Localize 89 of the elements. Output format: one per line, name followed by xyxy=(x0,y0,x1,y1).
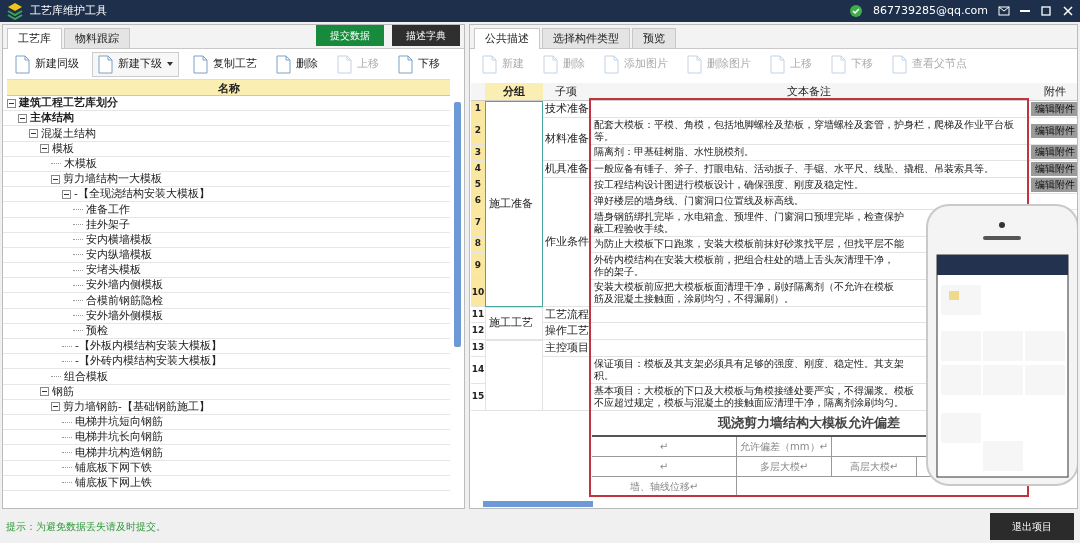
tree-item[interactable]: 合模前钢筋隐检 xyxy=(86,292,163,309)
tree-item[interactable]: 组合模板 xyxy=(64,368,108,385)
edit-attachment-button[interactable]: 编辑附件 xyxy=(1031,123,1077,138)
row-number[interactable]: 12 xyxy=(471,323,485,340)
tree-item[interactable]: 电梯井坑短向钢筋 xyxy=(75,414,163,430)
edit-attachment-button[interactable]: 编辑附件 xyxy=(1031,145,1077,160)
exit-button[interactable]: 退出项目 xyxy=(990,512,1074,540)
table-cell-text: 一般应备有锤子、斧子、打眼电钻、活动扳子、手锯、水平尺、线坠、撬棍、吊装索具等。 xyxy=(594,162,995,175)
tree-item[interactable]: -【外板内模结构安装大模板】 xyxy=(75,338,222,354)
tree-item[interactable]: 剪力墙结构一大模板 xyxy=(63,171,162,187)
tree-item[interactable]: 混凝土结构 xyxy=(41,125,96,142)
table-cell: 高层大模↵ xyxy=(832,457,917,477)
toolbar-button[interactable]: 复制工艺 xyxy=(187,51,262,77)
tree-item[interactable]: 预检 xyxy=(86,323,108,339)
table-cell-text: 按工程结构设计图进行模板设计，确保强度、刚度及稳定性。 xyxy=(594,179,865,191)
table-cell-text: 为防止大模板下口跑浆，安装大模板前抹好砂浆找平层，但找平层不能 xyxy=(594,238,905,250)
tree-item[interactable]: 挂外架子 xyxy=(86,216,130,233)
row-number[interactable]: 9 xyxy=(471,252,485,280)
column-header: 子项 xyxy=(543,83,589,101)
tree-item[interactable]: 安内横墙模板 xyxy=(86,231,152,248)
tab[interactable]: 公共描述 xyxy=(474,28,540,49)
tree-item[interactable]: 木模板 xyxy=(64,155,97,172)
table-cell-text: 安装大模板前应把大模板板面清理干净，刷好隔离剂（不允许在模板 xyxy=(594,280,895,293)
table-cell: 作业条件 xyxy=(543,177,589,307)
tree-item[interactable]: -【外砖内模结构安装大模板】 xyxy=(75,353,222,370)
action-button[interactable]: 提交数据 xyxy=(316,25,384,46)
table-cell: ↵ xyxy=(592,457,737,477)
table-cell-text: 等。 xyxy=(594,130,615,143)
tree-item[interactable]: 安内纵墙模板 xyxy=(86,247,152,263)
column-header: 分组 xyxy=(485,83,543,101)
tree-item[interactable]: 铺底板下网下铁 xyxy=(75,459,152,476)
table-cell: 墙、轴线位移↵ xyxy=(592,477,737,497)
table-cell: ↵ xyxy=(592,437,737,457)
tree-item[interactable]: 建筑工程工艺库划分 xyxy=(19,96,118,111)
table-cell-text: 外砖内模结构在安装大模板前，把组合柱处的墙上舌头灰清理干净， xyxy=(594,253,895,266)
table-cell-text: 作的架子。 xyxy=(594,265,645,278)
tree-item[interactable]: 钢筋 xyxy=(52,383,74,400)
tree-item[interactable]: 安外墙外侧模板 xyxy=(86,307,163,324)
edit-attachment-button[interactable]: 编辑附件 xyxy=(1031,101,1077,116)
tree-item[interactable]: 模板 xyxy=(52,140,74,157)
row-number[interactable]: 1 xyxy=(471,101,485,118)
table-cell-text: 基本项目：大模板的下口及大模板与角模接缝处要严实，不得漏浆。模板 xyxy=(594,384,915,397)
table-cell: 材料准备 xyxy=(543,117,589,161)
tree-item[interactable]: 铺底板下网上铁 xyxy=(75,474,152,491)
table-cell-text: 保证项目：模板及其支架必须具有足够的强度、刚度、稳定性。其支架 xyxy=(594,357,905,370)
tree-item[interactable]: 准备工作 xyxy=(86,201,130,218)
status-message: 提示：为避免数据丢失请及时提交。 xyxy=(6,519,166,534)
tree-item[interactable]: 安外墙内侧模板 xyxy=(86,277,163,294)
action-button[interactable]: 描述字典 xyxy=(392,25,460,46)
toolbar-button[interactable]: 新建同级 xyxy=(9,51,84,77)
tree-item[interactable]: 主体结构 xyxy=(30,110,74,127)
account-label: 867739285@qq.com xyxy=(873,2,988,19)
row-number[interactable]: 10 xyxy=(471,279,485,307)
table-cell: 技术准备 xyxy=(543,101,589,118)
table-cell-text: 墙身钢筋绑扎完毕，水电箱盒、预埋件、门窗洞口预埋完毕，检查保护 xyxy=(594,210,905,223)
tree-item[interactable]: 电梯井坑长向钢筋 xyxy=(75,429,163,446)
table-cell: 机具准备 xyxy=(543,160,589,178)
column-header: 附件 xyxy=(1029,83,1077,101)
tab[interactable]: 预览 xyxy=(632,28,676,48)
tree-item[interactable]: -【全现浇结构安装大模板】 xyxy=(74,186,210,203)
table-cell-text: 弹好楼层的墙身线、门窗洞口位置线及标高线。 xyxy=(594,195,805,207)
table-cell-text: 不应超过规定，模板与混凝土的接触面应清理干净，隔离剂涂刷均匀。 xyxy=(594,396,905,409)
toolbar-button[interactable]: 下移 xyxy=(392,51,445,77)
column-header: 名称 xyxy=(7,79,450,96)
tree-item[interactable]: 剪力墙钢筋-【基础钢筋施工】 xyxy=(63,398,210,415)
table-cell: 主控项目 xyxy=(543,340,589,357)
toolbar-button[interactable]: 删除 xyxy=(270,51,323,77)
edit-attachment-button[interactable]: 编辑附件 xyxy=(1031,161,1077,176)
table-cell: 操作工艺 xyxy=(543,323,589,340)
group-cell[interactable]: 施工工艺 xyxy=(485,306,543,340)
table-cell-text: 配套大模板：平模、角模，包括地脚螺栓及垫板，穿墙螺栓及套管，护身栏，爬梯及作业平台板 xyxy=(594,118,1015,131)
tree-item[interactable]: 电梯井坑构造钢筋 xyxy=(75,444,163,461)
window-title: 工艺库维护工具 xyxy=(30,2,107,19)
toolbar-button[interactable]: 新建下级 xyxy=(92,51,179,77)
table-cell: 多层大模↵ xyxy=(737,457,832,477)
group-cell[interactable]: 施工准备 xyxy=(485,101,543,307)
row-number[interactable]: 7 xyxy=(471,209,485,237)
row-number[interactable]: 2 xyxy=(471,117,485,145)
table-cell-text: 筋及混凝土接触面，涂刷均匀，不得漏刷）。 xyxy=(594,292,795,305)
table-cell-text: 积。 xyxy=(594,369,615,382)
tab[interactable]: 物料跟踪 xyxy=(64,28,130,48)
row-number[interactable]: 13 xyxy=(471,340,485,357)
tab[interactable]: 选择构件类型 xyxy=(542,28,630,48)
tab[interactable]: 工艺库 xyxy=(7,28,62,49)
tree-item[interactable]: 安堵头模板 xyxy=(86,262,141,279)
table-cell-text: 隔离剂：甲基硅树脂、水性脱模剂。 xyxy=(594,146,755,159)
table-cell-text: 蔽工程验收手续。 xyxy=(594,222,675,235)
table-cell: 工艺流程 xyxy=(543,306,589,324)
table-cell: 允许偏差（mm）↵ xyxy=(737,437,832,457)
